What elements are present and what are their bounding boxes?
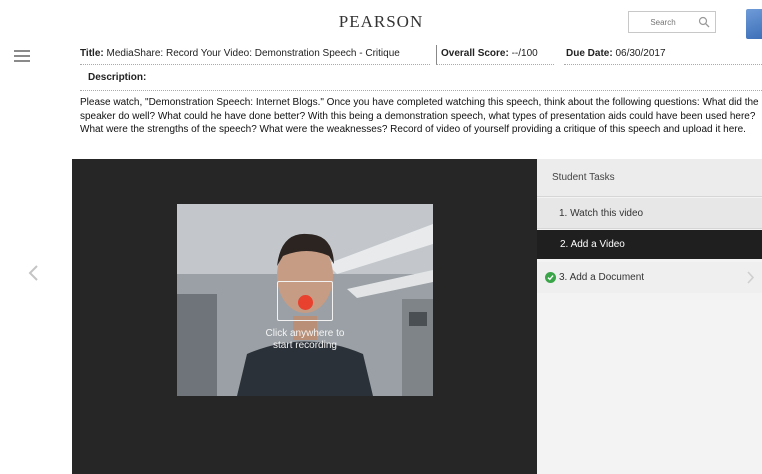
due-date: Due Date: 06/30/2017 <box>564 45 762 65</box>
student-tasks-header: Student Tasks <box>537 159 762 197</box>
student-tasks-panel: Student Tasks 1. Watch this video 2. Add… <box>537 159 762 474</box>
record-dot-icon <box>298 295 313 310</box>
title-label: Title: <box>80 48 104 59</box>
overall-score: Overall Score: --/100 <box>436 45 554 65</box>
assignment-title: Title: MediaShare: Record Your Video: De… <box>80 45 430 65</box>
task-add-document-label: 3. Add a Document <box>559 272 645 283</box>
webcam-preview[interactable]: Click anywhere to start recording <box>177 204 433 396</box>
task-add-document[interactable]: 3. Add a Document <box>537 262 762 293</box>
title-value: MediaShare: Record Your Video: Demonstra… <box>106 48 400 59</box>
record-hint-line1: Click anywhere to <box>265 328 345 339</box>
task-add-video[interactable]: 2. Add a Video <box>537 230 762 259</box>
chevron-left-icon[interactable] <box>27 264 41 282</box>
top-bar: PEARSON <box>0 0 762 42</box>
record-hint: Click anywhere to start recording <box>225 328 385 352</box>
due-label: Due Date: <box>566 48 613 59</box>
due-value: 06/30/2017 <box>615 48 666 59</box>
hamburger-menu-icon[interactable] <box>14 50 30 62</box>
record-hint-line2: start recording <box>273 340 337 351</box>
chevron-right-icon[interactable] <box>746 271 755 284</box>
video-recorder-panel[interactable]: Click anywhere to start recording <box>72 159 537 474</box>
check-icon <box>545 272 556 283</box>
search-box[interactable] <box>628 11 716 33</box>
record-button[interactable] <box>277 281 333 321</box>
description-text: Please watch, "Demonstration Speech: Int… <box>80 97 759 135</box>
description-label: Description: <box>88 72 147 83</box>
score-label: Overall Score: <box>441 48 509 59</box>
task-watch-video[interactable]: 1. Watch this video <box>537 198 762 229</box>
avatar[interactable] <box>746 9 762 39</box>
assignment-info-row: Title: MediaShare: Record Your Video: De… <box>80 45 762 65</box>
search-icon[interactable] <box>698 16 710 28</box>
score-value: --/100 <box>511 48 538 59</box>
divider <box>80 90 762 91</box>
search-input[interactable] <box>633 15 693 29</box>
